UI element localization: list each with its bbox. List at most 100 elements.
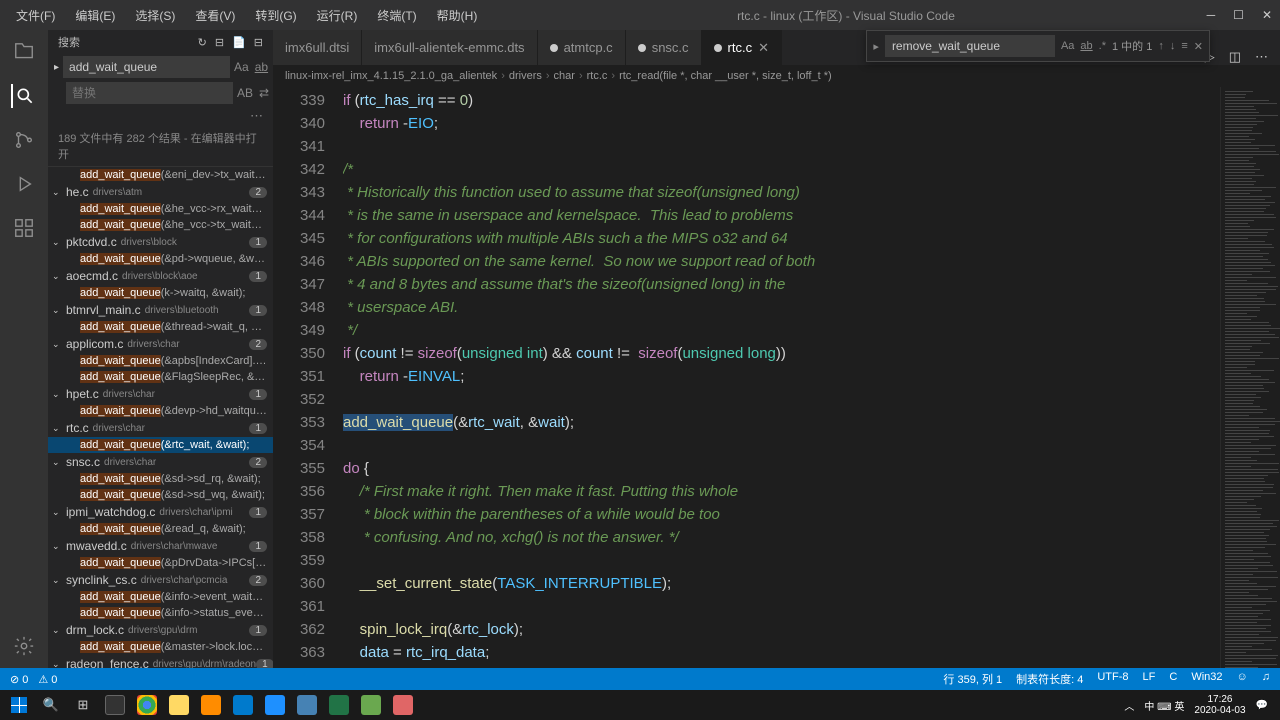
tray-notif-icon[interactable]: 💬 xyxy=(1256,700,1268,711)
status-item[interactable]: 制表符长度: 4 xyxy=(1016,671,1083,687)
tree-file[interactable]: ⌄radeon_fence.cdrivers\gpu\drm\radeon1 xyxy=(48,655,273,668)
status-item[interactable]: UTF-8 xyxy=(1097,671,1128,687)
tree-file[interactable]: ⌄snsc.cdrivers\char2 xyxy=(48,453,273,471)
tree-match[interactable]: add_wait_queue(k->waitq, &wait); xyxy=(48,285,273,301)
tree-file[interactable]: ⌄he.cdrivers\atm2 xyxy=(48,183,273,201)
tree-match[interactable]: add_wait_queue(&pd->wqueue, &wait); xyxy=(48,251,273,267)
close-icon[interactable]: ✕ xyxy=(1262,8,1272,22)
tree-match[interactable]: add_wait_queue(&eni_dev->tx_wait, &wait)… xyxy=(48,167,273,183)
tree-match[interactable]: add_wait_queue(&info->event_wait_q, &wai… xyxy=(48,589,273,605)
menu-item[interactable]: 查看(V) xyxy=(187,3,243,28)
tree-file[interactable]: ⌄btmrvl_main.cdrivers\bluetooth1 xyxy=(48,301,273,319)
tray-up-icon[interactable]: ︿ xyxy=(1124,698,1134,713)
tree-file[interactable]: ⌄mwavedd.cdrivers\char\mwave1 xyxy=(48,537,273,555)
status-item[interactable]: Win32 xyxy=(1191,671,1222,687)
breadcrumb-item[interactable]: rtc_read(file *, char __user *, size_t, … xyxy=(619,70,832,82)
menu-item[interactable]: 终端(T) xyxy=(369,3,424,28)
tree-file[interactable]: ⌄applicom.cdrivers\char2 xyxy=(48,335,273,353)
explorer-icon[interactable] xyxy=(12,40,36,64)
taskview-icon[interactable]: ⊞ xyxy=(68,691,98,719)
extensions-icon[interactable] xyxy=(12,216,36,240)
find-input[interactable] xyxy=(885,35,1055,57)
tree-match[interactable]: add_wait_queue(&devp->hd_waitqueue, &wai… xyxy=(48,403,273,419)
app1-icon[interactable] xyxy=(196,691,226,719)
whole-word-icon[interactable]: ab xyxy=(255,60,268,74)
more-icon[interactable]: ⋯ xyxy=(1255,49,1268,65)
app2-icon[interactable] xyxy=(260,691,290,719)
editor-tab[interactable]: imx6ull.dtsi xyxy=(273,30,362,65)
search-nav-icon[interactable] xyxy=(11,84,35,108)
find-word-icon[interactable]: ab xyxy=(1080,40,1092,52)
tree-match[interactable]: add_wait_queue(&thread->wait_q, &wait); xyxy=(48,319,273,335)
menu-item[interactable]: 运行(R) xyxy=(309,3,366,28)
find-next-icon[interactable]: ↓ xyxy=(1170,40,1176,52)
status-item[interactable]: ☺ xyxy=(1237,671,1248,687)
toggle-details-icon[interactable]: ⋯ xyxy=(250,108,263,124)
scm-icon[interactable] xyxy=(12,128,36,152)
toggle-replace-icon[interactable]: ▸ xyxy=(54,62,59,73)
start-icon[interactable] xyxy=(4,691,34,719)
app4-icon[interactable] xyxy=(356,691,386,719)
code-content[interactable]: if (rtc_has_irq == 0) return -EIO; /* * … xyxy=(343,87,1220,668)
tree-match[interactable]: add_wait_queue(&master->lock.lock_queue,… xyxy=(48,639,273,655)
breadcrumb-item[interactable]: drivers xyxy=(509,70,542,82)
collapse-icon[interactable]: ⊟ xyxy=(254,36,263,49)
editor-tab[interactable]: snsc.c xyxy=(626,30,702,65)
search-input[interactable] xyxy=(63,56,230,78)
app5-icon[interactable] xyxy=(388,691,418,719)
breadcrumb-item[interactable]: linux-imx-rel_imx_4.1.15_2.1.0_ga_alient… xyxy=(285,70,497,82)
status-item[interactable]: C xyxy=(1169,671,1177,687)
debug-icon[interactable] xyxy=(12,172,36,196)
minimap[interactable] xyxy=(1220,87,1280,668)
status-item[interactable]: ⚠ 0 xyxy=(38,673,57,686)
tree-match[interactable]: add_wait_queue(&read_q, &wait); xyxy=(48,521,273,537)
explorer-task-icon[interactable] xyxy=(164,691,194,719)
menu-item[interactable]: 帮助(H) xyxy=(429,3,486,28)
tree-file[interactable]: ⌄pktcdvd.cdrivers\block1 xyxy=(48,233,273,251)
minimize-icon[interactable]: ─ xyxy=(1207,8,1216,22)
tree-file[interactable]: ⌄aoecmd.cdrivers\block\aoe1 xyxy=(48,267,273,285)
editor-tab[interactable]: rtc.c✕ xyxy=(702,30,782,65)
tree-match[interactable]: add_wait_queue(&sd->sd_wq, &wait); xyxy=(48,487,273,503)
editor-tab[interactable]: imx6ull-alientek-emmc.dts xyxy=(362,30,537,65)
status-item[interactable]: 行 359, 列 1 xyxy=(943,671,1002,687)
vscode-task-icon[interactable] xyxy=(228,691,258,719)
preserve-case-icon[interactable]: AB xyxy=(237,86,253,100)
breadcrumb-item[interactable]: rtc.c xyxy=(587,70,608,82)
tree-match[interactable]: add_wait_queue(&he_vcc->rx_waitq, &wait)… xyxy=(48,201,273,217)
find-case-icon[interactable]: Aa xyxy=(1061,40,1074,52)
search-task-icon[interactable]: 🔍 xyxy=(36,691,66,719)
tree-file[interactable]: ⌄synclink_cs.cdrivers\char\pcmcia2 xyxy=(48,571,273,589)
tree-file[interactable]: ⌄ipmi_watchdog.cdrivers\char\ipmi1 xyxy=(48,503,273,521)
maximize-icon[interactable]: ☐ xyxy=(1233,8,1244,22)
status-item[interactable]: ♫ xyxy=(1262,671,1270,687)
tree-file[interactable]: ⌄hpet.cdrivers\char1 xyxy=(48,385,273,403)
excel-icon[interactable] xyxy=(324,691,354,719)
tree-match[interactable]: add_wait_queue(&apbs[IndexCard].FlagSlee… xyxy=(48,353,273,369)
tree-file[interactable]: ⌄drm_lock.cdrivers\gpu\drm1 xyxy=(48,621,273,639)
status-item[interactable]: LF xyxy=(1143,671,1156,687)
menu-item[interactable]: 转到(G) xyxy=(247,3,304,28)
tab-close-icon[interactable]: ✕ xyxy=(758,40,769,56)
find-selection-icon[interactable]: ≡ xyxy=(1181,40,1187,52)
chrome-icon[interactable] xyxy=(132,691,162,719)
find-regex-icon[interactable]: .* xyxy=(1099,40,1106,52)
find-toggle-icon[interactable]: ▸ xyxy=(873,40,879,53)
replace-input[interactable] xyxy=(66,82,233,104)
tree-match[interactable]: add_wait_queue(&info->status_event_wait_… xyxy=(48,605,273,621)
menu-item[interactable]: 编辑(E) xyxy=(67,3,123,28)
new-file-icon[interactable]: 📄 xyxy=(232,36,246,49)
clear-icon[interactable]: ⊟ xyxy=(215,36,224,49)
settings-gear-icon[interactable] xyxy=(12,634,36,658)
menu-item[interactable]: 文件(F) xyxy=(8,3,63,28)
split-icon[interactable]: ◫ xyxy=(1229,49,1241,65)
tree-match[interactable]: add_wait_queue(&rtc_wait, &wait); xyxy=(48,437,273,453)
tree-file[interactable]: ⌄rtc.cdrivers\char1 xyxy=(48,419,273,437)
tree-match[interactable]: add_wait_queue(&FlagSleepRec, &wait); xyxy=(48,369,273,385)
refresh-icon[interactable]: ↻ xyxy=(198,36,207,49)
tree-match[interactable]: add_wait_queue(&sd->sd_rq, &wait); xyxy=(48,471,273,487)
replace-all-icon[interactable]: ⇄ xyxy=(259,86,269,100)
find-prev-icon[interactable]: ↑ xyxy=(1158,40,1164,52)
case-sensitive-icon[interactable]: Aa xyxy=(234,60,249,74)
tray-ime[interactable]: 中 ⌨ 英 xyxy=(1144,698,1184,713)
